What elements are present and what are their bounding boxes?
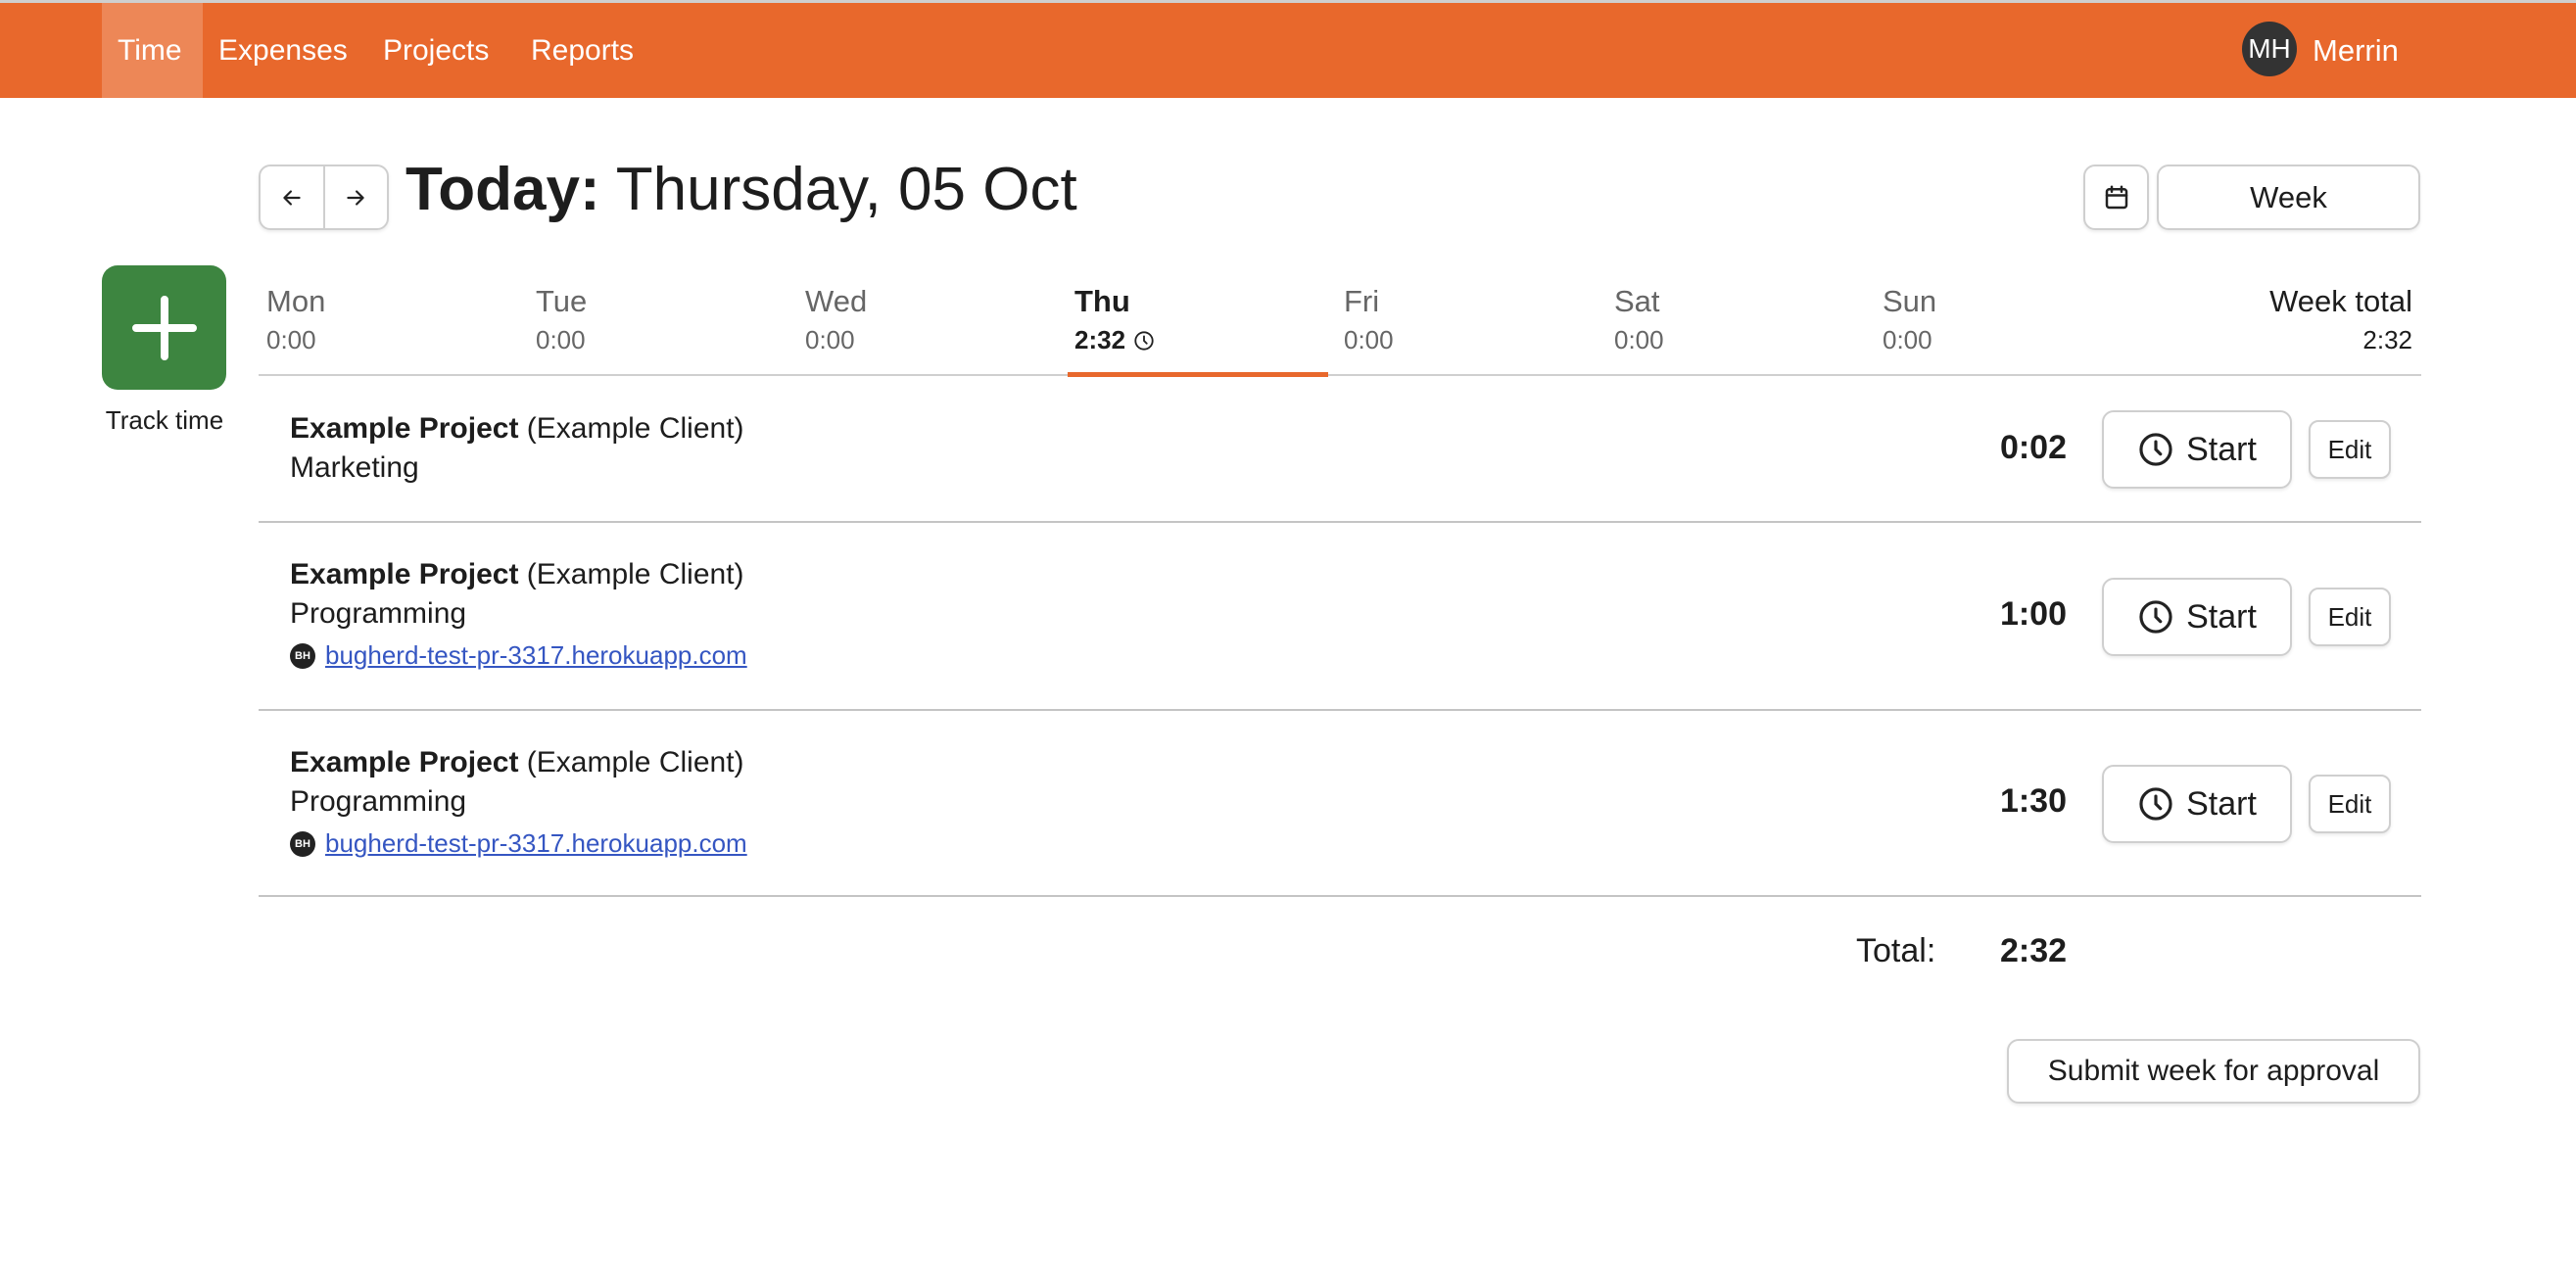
total-value: 2:32 xyxy=(2000,932,2068,969)
day-tab-tue[interactable]: Tue 0:00 xyxy=(536,284,587,355)
entry-project-line: Example Project (Example Client) xyxy=(290,412,744,446)
entry-link[interactable]: bugherd-test-pr-3317.herokuapp.com xyxy=(325,640,747,671)
date-nav-group xyxy=(259,165,389,230)
nav-tab-time[interactable]: Time xyxy=(102,3,203,98)
edit-entry-button[interactable]: Edit xyxy=(2309,775,2391,833)
entry-task: Marketing xyxy=(290,451,419,484)
entry-client: (Example Client) xyxy=(526,412,744,445)
view-toggle: Day Week xyxy=(2157,165,2420,230)
nav-tab-projects[interactable]: Projects xyxy=(367,3,504,98)
page-title: Today: Thursday, 05 Oct xyxy=(405,155,1077,224)
clock-icon xyxy=(2139,433,2172,466)
day-label: Sat xyxy=(1614,284,1660,318)
total-label: Total: xyxy=(1856,932,1936,969)
entry-duration: 1:00 xyxy=(1999,595,2067,633)
track-time-button[interactable] xyxy=(102,265,226,390)
nav-tab-expenses[interactable]: Expenses xyxy=(203,3,363,98)
bugherd-icon: BH xyxy=(290,830,315,857)
day-label: Thu xyxy=(1074,284,1130,318)
entry-link[interactable]: bugherd-test-pr-3317.herokuapp.com xyxy=(325,828,747,859)
title-prefix: Today: xyxy=(405,156,600,223)
arrow-left-icon xyxy=(283,189,301,206)
time-entry-row: Example Project (Example Client) Program… xyxy=(259,523,2421,711)
start-timer-button[interactable]: Start xyxy=(2102,578,2292,656)
day-tab-fri[interactable]: Fri 0:00 xyxy=(1344,284,1394,355)
entry-duration: 1:30 xyxy=(1999,782,2067,820)
day-tab-sat[interactable]: Sat 0:00 xyxy=(1614,284,1664,355)
nav-tab-label: Time xyxy=(118,33,182,67)
time-entry-row: Example Project (Example Client) Program… xyxy=(259,711,2421,897)
entry-project: Example Project xyxy=(290,746,519,778)
clock-icon xyxy=(2139,787,2172,821)
entry-client: (Example Client) xyxy=(526,558,744,590)
day-tab-wed[interactable]: Wed 0:00 xyxy=(805,284,867,355)
user-avatar[interactable]: MH xyxy=(2242,22,2297,76)
previous-day-button[interactable] xyxy=(261,166,323,228)
edit-entry-button[interactable]: Edit xyxy=(2309,588,2391,646)
day-value: 0:00 xyxy=(1614,325,1664,354)
nav-tab-label: Expenses xyxy=(218,33,348,67)
submit-week-button[interactable]: Submit week for approval xyxy=(2007,1039,2420,1104)
plus-icon xyxy=(131,295,197,360)
day-label: Fri xyxy=(1344,284,1380,318)
entry-task: Programming xyxy=(290,597,467,630)
entry-task: Programming xyxy=(290,785,467,818)
week-total: Week total 2:32 xyxy=(2269,284,2412,355)
day-value: 0:00 xyxy=(266,325,316,354)
start-label: Start xyxy=(2186,597,2257,636)
clock-icon xyxy=(1134,330,1154,351)
edit-entry-button[interactable]: Edit xyxy=(2309,420,2391,479)
entry-client: (Example Client) xyxy=(526,746,744,778)
view-week-button[interactable]: Week xyxy=(2159,166,2418,228)
start-timer-button[interactable]: Start xyxy=(2102,765,2292,843)
entry-duration: 0:02 xyxy=(1999,429,2067,466)
day-value: 2:32 xyxy=(1074,325,1126,354)
day-label: Mon xyxy=(266,284,326,318)
track-time-label: Track time xyxy=(105,405,224,435)
nav-tab-reports[interactable]: Reports xyxy=(515,3,649,98)
clock-icon xyxy=(2139,600,2172,634)
start-label: Start xyxy=(2186,784,2257,823)
day-value: 0:00 xyxy=(1344,325,1394,354)
nav-tab-label: Reports xyxy=(531,33,635,67)
avatar-initials: MH xyxy=(2248,33,2291,64)
day-label: Sun xyxy=(1883,284,1937,318)
top-navbar: Time Expenses Projects Reports xyxy=(0,3,2576,98)
day-label: Tue xyxy=(536,284,588,318)
entry-project-line: Example Project (Example Client) xyxy=(290,558,747,591)
nav-tab-label: Projects xyxy=(383,33,490,67)
calendar-button[interactable] xyxy=(2083,165,2149,230)
day-value: 0:00 xyxy=(536,325,586,354)
day-tab-mon[interactable]: Mon 0:00 xyxy=(266,284,325,355)
entry-project-line: Example Project (Example Client) xyxy=(290,746,747,779)
day-tab-sun[interactable]: Sun 0:00 xyxy=(1883,284,1936,355)
day-label: Wed xyxy=(805,284,868,318)
arrow-right-icon xyxy=(347,189,364,206)
user-name[interactable]: Merrin xyxy=(2313,3,2399,98)
day-value: 0:00 xyxy=(1883,325,1932,354)
title-date: Thursday, 05 Oct xyxy=(615,156,1077,223)
next-day-button[interactable] xyxy=(322,166,388,228)
entry-project: Example Project xyxy=(290,558,519,590)
week-total-label: Week total xyxy=(2269,284,2412,318)
week-total-value: 2:32 xyxy=(2362,325,2412,354)
day-tab-thu[interactable]: Thu 2:32 xyxy=(1074,284,1155,355)
start-label: Start xyxy=(2186,430,2257,468)
day-value: 0:00 xyxy=(805,325,855,354)
start-timer-button[interactable]: Start xyxy=(2102,410,2292,489)
calendar-icon xyxy=(2105,185,2127,209)
time-entry-row: Example Project (Example Client) Marketi… xyxy=(259,376,2421,523)
entry-project: Example Project xyxy=(290,412,519,445)
bugherd-icon: BH xyxy=(290,642,315,669)
